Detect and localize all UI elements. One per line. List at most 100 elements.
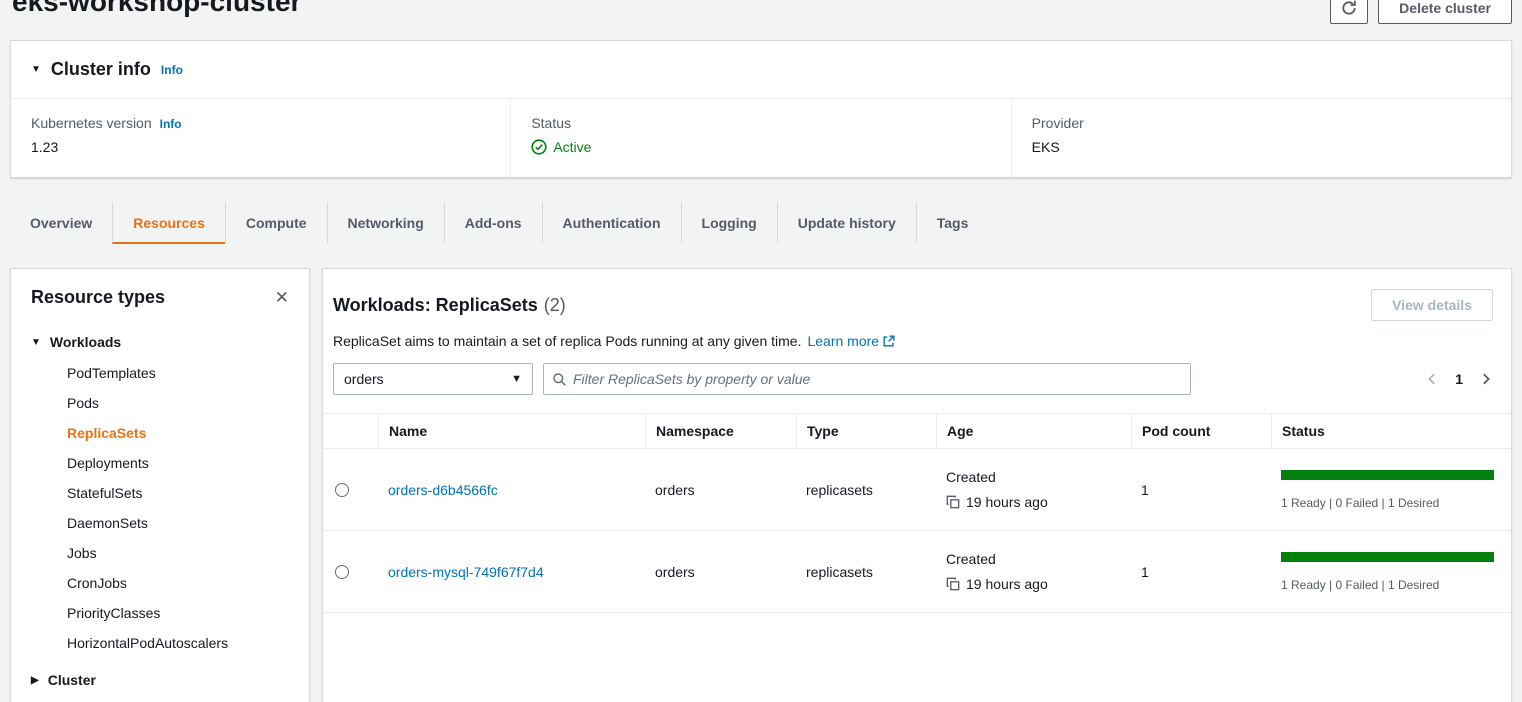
refresh-button[interactable] (1330, 0, 1368, 24)
workloads-group-label: Workloads (50, 334, 121, 350)
status-check-icon (531, 139, 547, 155)
status-label: Status (531, 115, 571, 131)
resource-tree: ▼ Workloads PodTemplates Pods ReplicaSet… (31, 334, 289, 688)
table-header-row: Name Namespace Type Age Pod count Status (323, 413, 1511, 449)
status-field: Status Active (510, 99, 1010, 177)
cluster-group-label: Cluster (48, 672, 96, 688)
chevron-left-icon (1425, 372, 1439, 386)
tab-compute[interactable]: Compute (225, 202, 327, 244)
pagination: 1 (1425, 371, 1493, 387)
close-icon: ✕ (275, 288, 289, 307)
refresh-icon (1341, 0, 1357, 16)
view-details-button[interactable]: View details (1371, 289, 1493, 321)
replicasets-table: Name Namespace Type Age Pod count Status… (323, 413, 1511, 613)
tab-resources[interactable]: Resources (112, 202, 225, 244)
tab-tags[interactable]: Tags (916, 202, 989, 244)
namespace-filter-value: orders (344, 371, 511, 387)
row-age: Created 19 hours ago (936, 531, 1131, 612)
kubernetes-version-info-link[interactable]: Info (160, 117, 182, 131)
content-region: Resource types ✕ ▼ Workloads PodTemplate… (10, 268, 1512, 702)
status-summary: 1 Ready | 0 Failed | 1 Desired (1281, 496, 1501, 510)
row-status: 1 Ready | 0 Failed | 1 Desired (1271, 449, 1511, 530)
replicaset-name-link[interactable]: orders-mysql-749f67f7d4 (388, 564, 635, 580)
tab-bar: Overview Resources Compute Networking Ad… (10, 202, 1512, 244)
namespace-filter-select[interactable]: orders ▼ (333, 363, 533, 395)
age-value: 19 hours ago (966, 576, 1048, 592)
header-status: Status (1271, 414, 1511, 448)
row-status: 1 Ready | 0 Failed | 1 Desired (1271, 531, 1511, 612)
row-radio-button[interactable] (335, 565, 349, 579)
close-panel-button[interactable]: ✕ (275, 289, 289, 306)
tab-logging[interactable]: Logging (681, 202, 777, 244)
row-namespace: orders (645, 531, 796, 612)
previous-page-button[interactable] (1425, 372, 1439, 386)
cluster-info-card: ▼ Cluster info Info Kubernetes version I… (10, 40, 1512, 178)
panel-title: Workloads: ReplicaSets (333, 295, 538, 316)
search-box (543, 363, 1191, 395)
header-name: Name (378, 414, 645, 448)
header-select-column (323, 414, 378, 448)
sidebar-item-priorityclasses[interactable]: PriorityClasses (67, 598, 289, 628)
status-progress-bar (1281, 470, 1494, 480)
delete-cluster-button[interactable]: Delete cluster (1378, 0, 1512, 24)
cluster-info-info-link[interactable]: Info (161, 63, 183, 77)
kubernetes-version-value: 1.23 (31, 139, 490, 155)
provider-field: Provider EKS (1011, 99, 1511, 177)
sidebar-group-workloads[interactable]: ▼ Workloads (31, 334, 289, 350)
sidebar-item-statefulsets[interactable]: StatefulSets (67, 478, 289, 508)
header-type: Type (796, 414, 936, 448)
tab-add-ons[interactable]: Add-ons (444, 202, 542, 244)
cluster-info-title: Cluster info (51, 59, 151, 80)
resource-types-title: Resource types (31, 287, 165, 308)
row-age: Created 19 hours ago (936, 449, 1131, 530)
sidebar-item-horizontalpodautoscalers[interactable]: HorizontalPodAutoscalers (67, 628, 289, 658)
tab-networking[interactable]: Networking (327, 202, 444, 244)
status-summary: 1 Ready | 0 Failed | 1 Desired (1281, 578, 1501, 592)
chevron-down-icon: ▼ (511, 373, 522, 385)
external-link-icon (882, 334, 896, 348)
cluster-info-body: Kubernetes version Info 1.23 Status Acti… (11, 99, 1511, 177)
search-input[interactable] (573, 371, 1182, 387)
panel-description: ReplicaSet aims to maintain a set of rep… (333, 333, 801, 349)
learn-more-link[interactable]: Learn more (807, 333, 896, 349)
sidebar-item-replicasets[interactable]: ReplicaSets (67, 418, 289, 448)
header-actions: Delete cluster (1330, 0, 1512, 24)
tab-overview[interactable]: Overview (10, 202, 112, 244)
page-title: eks-workshop-cluster (12, 0, 301, 18)
sidebar-item-daemonsets[interactable]: DaemonSets (67, 508, 289, 538)
status-progress-bar (1281, 552, 1494, 562)
row-pod-count: 1 (1131, 449, 1271, 530)
header-namespace: Namespace (645, 414, 796, 448)
kubernetes-version-label: Kubernetes version (31, 115, 152, 131)
copy-icon[interactable] (946, 495, 960, 509)
age-value: 19 hours ago (966, 494, 1048, 510)
sidebar-group-cluster[interactable]: ▶ Cluster (31, 672, 289, 688)
chevron-right-icon (1479, 372, 1493, 386)
replicaset-name-link[interactable]: orders-d6b4566fc (388, 482, 635, 498)
tab-update-history[interactable]: Update history (777, 202, 916, 244)
sidebar-item-deployments[interactable]: Deployments (67, 448, 289, 478)
provider-label: Provider (1032, 115, 1084, 131)
search-icon (552, 372, 567, 387)
table-row: orders-d6b4566fc orders replicasets Crea… (323, 449, 1511, 531)
sidebar-item-pods[interactable]: Pods (67, 388, 289, 418)
age-created-label: Created (946, 551, 1121, 567)
sidebar-item-jobs[interactable]: Jobs (67, 538, 289, 568)
current-page[interactable]: 1 (1455, 371, 1463, 387)
row-type: replicasets (796, 531, 936, 612)
row-type: replicasets (796, 449, 936, 530)
panel-count: (2) (544, 295, 566, 316)
chevron-down-icon: ▼ (31, 64, 41, 75)
tab-authentication[interactable]: Authentication (542, 202, 681, 244)
copy-icon[interactable] (946, 577, 960, 591)
row-pod-count: 1 (1131, 531, 1271, 612)
replicasets-panel: Workloads: ReplicaSets (2) View details … (322, 268, 1512, 702)
page-header: eks-workshop-cluster Delete cluster (0, 0, 1522, 34)
provider-value: EKS (1032, 139, 1491, 155)
sidebar-item-podtemplates[interactable]: PodTemplates (67, 358, 289, 388)
cluster-info-header[interactable]: ▼ Cluster info Info (11, 41, 1511, 99)
next-page-button[interactable] (1479, 372, 1493, 386)
chevron-down-icon: ▼ (31, 337, 41, 348)
row-radio-button[interactable] (335, 483, 349, 497)
sidebar-item-cronjobs[interactable]: CronJobs (67, 568, 289, 598)
